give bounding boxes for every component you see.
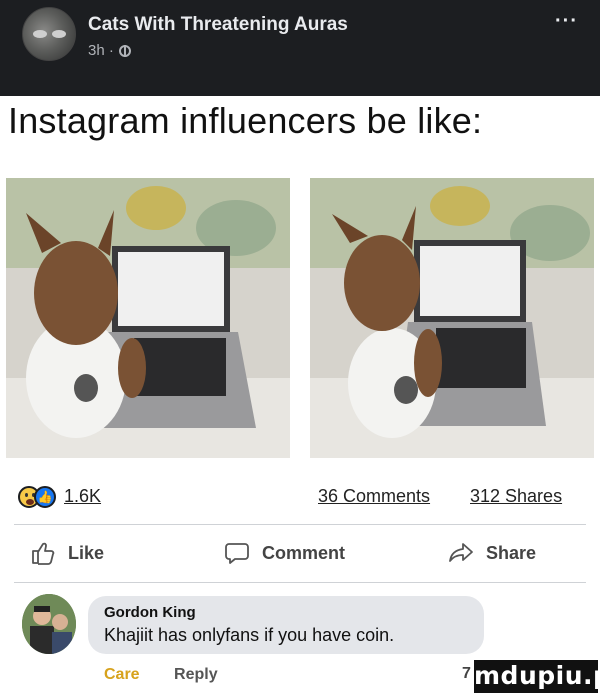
more-icon[interactable]: ··· — [555, 10, 578, 33]
commenter-avatar[interactable] — [22, 594, 76, 654]
group-name[interactable]: Cats With Threatening Auras — [88, 14, 348, 36]
watermark-logo: mdupiu.pl — [474, 660, 600, 693]
cat-laptop-image — [310, 178, 594, 458]
post-photo-right[interactable] — [310, 178, 594, 458]
care-reaction-button[interactable]: Care — [104, 666, 140, 683]
avatar-eye — [52, 30, 66, 38]
like-label: Like — [68, 542, 105, 563]
comment-bubble: Gordon King Khajiit has onlyfans if you … — [88, 596, 484, 654]
comment-count[interactable]: 36 Comments — [318, 486, 430, 507]
post-stats: 👍 1.6K 36 Comments 312 Shares — [0, 484, 600, 514]
avatar-eye — [33, 30, 47, 38]
share-button[interactable]: Share — [448, 540, 536, 566]
group-avatar[interactable] — [22, 7, 76, 61]
share-count[interactable]: 312 Shares — [470, 486, 562, 507]
comment-text: Khajiit has onlyfans if you have coin. — [104, 625, 395, 645]
share-icon — [449, 543, 473, 562]
post-time[interactable]: 3h · — [88, 42, 114, 59]
thumbs-up-icon — [32, 542, 55, 565]
like-reaction-icon: 👍 — [34, 486, 56, 508]
post-photo-left[interactable] — [6, 178, 290, 458]
divider — [14, 524, 586, 525]
divider — [14, 582, 586, 583]
reaction-count[interactable]: 1.6K — [64, 486, 101, 507]
comment-time-partial: 7 — [462, 665, 471, 682]
comment-label: Comment — [262, 542, 346, 563]
cat-laptop-image — [6, 178, 290, 458]
reaction-icons[interactable]: 👍 — [18, 486, 62, 508]
like-button[interactable]: Like — [30, 540, 104, 566]
comment-author[interactable]: Gordon King — [104, 604, 196, 621]
globe-icon — [118, 44, 131, 57]
comment-button[interactable]: Comment — [224, 540, 345, 566]
avatar-photo — [22, 594, 76, 654]
post-header: Cats With Threatening Auras 3h · ··· — [0, 0, 600, 96]
comment-actions: Care Reply — [104, 666, 218, 684]
post-caption: Instagram influencers be like: — [8, 100, 483, 141]
post-meta: 3h · — [88, 42, 131, 59]
post-actions: Like Comment Share — [0, 540, 600, 574]
comment-icon — [225, 543, 249, 564]
share-label: Share — [486, 542, 537, 563]
reply-button[interactable]: Reply — [174, 666, 218, 683]
